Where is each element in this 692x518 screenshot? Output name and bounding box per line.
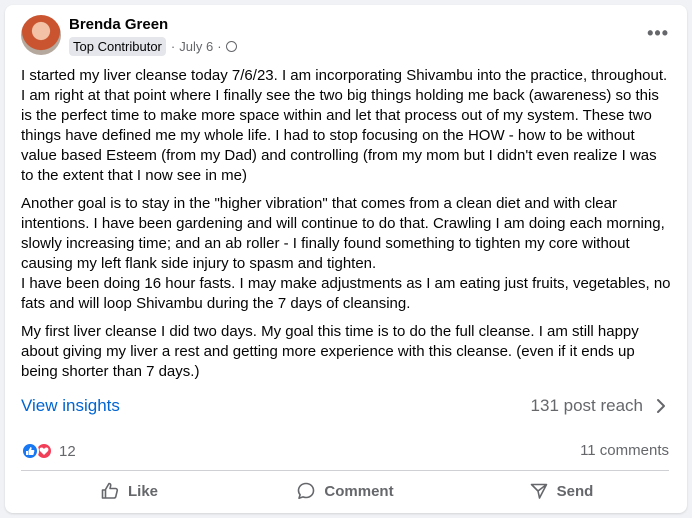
post-header: Brenda Green Top Contributor · July 6 · …	[21, 15, 671, 59]
post-card: Brenda Green Top Contributor · July 6 · …	[5, 5, 687, 513]
like-reaction-icon	[21, 442, 39, 460]
comment-label: Comment	[324, 482, 394, 500]
send-icon	[530, 483, 547, 499]
post-body: I started my liver cleanse today 7/6/23.…	[21, 66, 671, 390]
more-options-icon[interactable]: •••	[647, 23, 669, 44]
send-label: Send	[556, 482, 594, 500]
post-date[interactable]: July 6	[179, 39, 213, 54]
chevron-right-icon[interactable]	[653, 398, 669, 414]
contributor-badge[interactable]: Top Contributor	[69, 37, 166, 56]
post-paragraph: I started my liver cleanse today 7/6/23.…	[21, 67, 668, 184]
meta-separator: ·	[170, 39, 176, 54]
comment-bubble-icon	[298, 482, 315, 499]
view-insights-link[interactable]: View insights	[21, 396, 120, 416]
comment-button[interactable]: Comment	[237, 475, 453, 507]
author-name[interactable]: Brenda Green	[69, 16, 168, 33]
post-meta: Top Contributor · July 6 ·	[69, 37, 237, 56]
like-button[interactable]: Like	[21, 475, 237, 507]
insights-row: View insights 131 post reach	[21, 394, 669, 418]
action-divider	[21, 470, 669, 471]
comments-count[interactable]: 11 comments	[580, 442, 669, 459]
like-label: Like	[127, 482, 158, 500]
globe-icon	[225, 41, 237, 52]
reaction-stats: 12 11 comments	[21, 441, 669, 461]
avatar[interactable]	[21, 15, 61, 55]
post-paragraph: Another goal is to stay in the "higher v…	[21, 195, 671, 312]
thumbs-up-icon	[101, 482, 119, 499]
action-bar: Like Comment Send	[21, 475, 669, 507]
send-button[interactable]: Send	[453, 475, 669, 507]
post-reach[interactable]: 131 post reach	[531, 396, 643, 416]
reactions-summary[interactable]: 12	[21, 442, 76, 460]
meta-separator-2: ·	[217, 39, 222, 54]
reaction-count: 12	[59, 442, 76, 460]
post-paragraph: My first liver cleanse I did two days. M…	[21, 323, 639, 380]
